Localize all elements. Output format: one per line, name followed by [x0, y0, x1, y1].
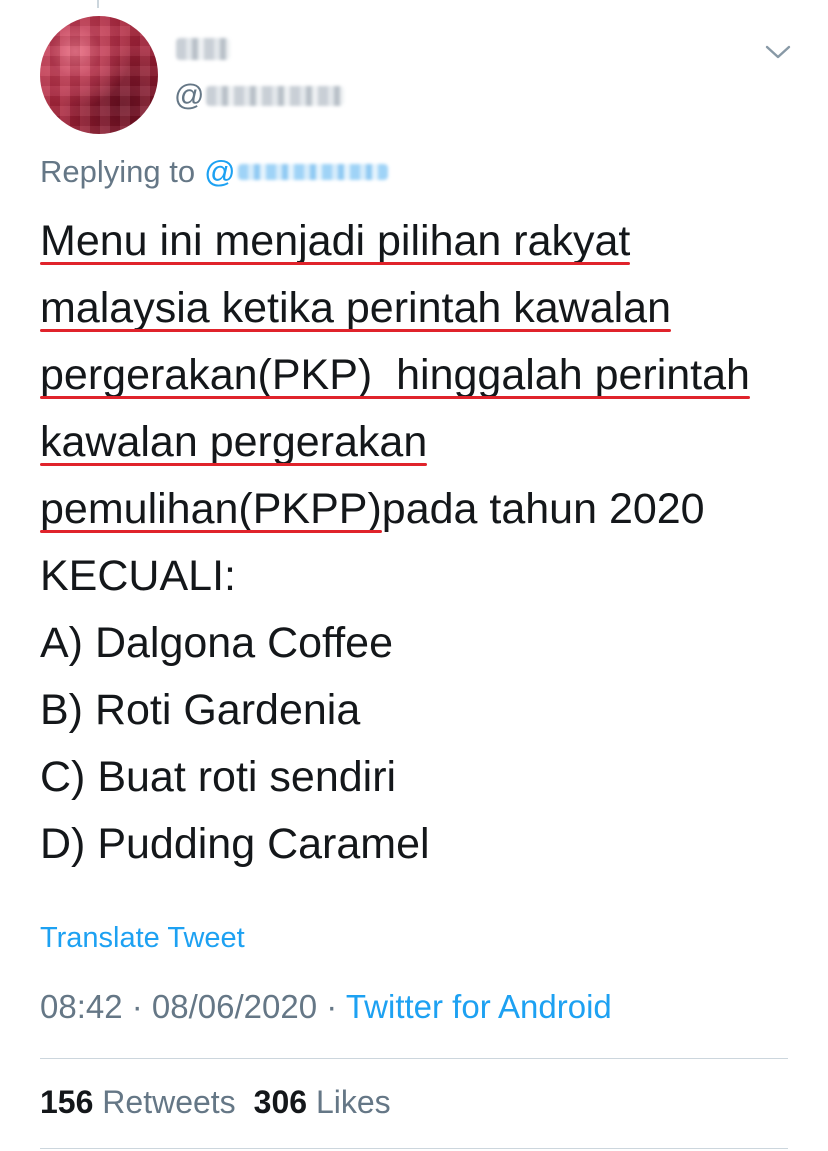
retweets-label: Retweets — [102, 1084, 236, 1120]
tweet-text-line: KECUALI: — [40, 552, 236, 600]
divider — [40, 1058, 788, 1059]
option-a: A) Dalgona Coffee — [40, 619, 393, 667]
meta-separator: · — [122, 988, 152, 1025]
retweets-stat[interactable]: 156 Retweets — [40, 1084, 236, 1120]
tweet-text-line: Menu ini menjadi pilihan rakyat — [40, 217, 631, 265]
likes-label: Likes — [315, 1084, 391, 1120]
option-b: B) Roti Gardenia — [40, 686, 361, 734]
tweet-text-line: pergerakan(PKP) hinggalah perintah — [40, 351, 750, 399]
mention-at-sign: @ — [204, 154, 236, 189]
likes-stat[interactable]: 306 Likes — [254, 1084, 391, 1120]
thread-connector-line — [97, 0, 99, 8]
mention-redacted — [237, 164, 388, 180]
divider — [40, 1148, 788, 1149]
avatar-pixelation — [40, 16, 158, 134]
meta-separator: · — [317, 988, 346, 1025]
option-d: D) Pudding Caramel — [40, 820, 430, 868]
likes-count: 306 — [253, 1084, 308, 1120]
handle-redacted — [206, 86, 345, 106]
replying-to: Replying to @ — [40, 152, 388, 192]
option-c: C) Buat roti sendiri — [40, 753, 397, 801]
tweet-text-line: pemulihan(PKPP) — [40, 485, 382, 533]
tweet-metadata: 08:42 · 08/06/2020 · Twitter for Android — [40, 988, 612, 1026]
tweet-date: 08/06/2020 — [151, 988, 318, 1025]
retweets-count: 156 — [40, 1084, 94, 1120]
translate-tweet-link[interactable]: Translate Tweet — [40, 922, 245, 955]
tweet-text-line-tail: pada tahun 2020 — [381, 485, 705, 533]
tweet-text-line: malaysia ketika perintah kawalan — [40, 284, 671, 332]
display-name-redacted[interactable] — [176, 38, 230, 60]
handle-at-sign: @ — [174, 79, 205, 112]
author-handle[interactable]: @ — [174, 78, 345, 114]
replying-to-mention[interactable]: @ — [204, 154, 388, 190]
engagement-stats: 156 Retweets 306 Likes — [40, 1084, 391, 1121]
chevron-down-icon[interactable] — [762, 36, 794, 68]
avatar[interactable] — [40, 16, 158, 134]
tweet-text-line: kawalan pergerakan — [40, 418, 428, 466]
tweet-time: 08:42 — [40, 988, 123, 1025]
replying-to-label: Replying to — [40, 154, 196, 189]
tweet-source-link[interactable]: Twitter for Android — [346, 988, 612, 1025]
tweet-text: Menu ini menjadi pilihan rakyat malaysia… — [40, 208, 810, 878]
